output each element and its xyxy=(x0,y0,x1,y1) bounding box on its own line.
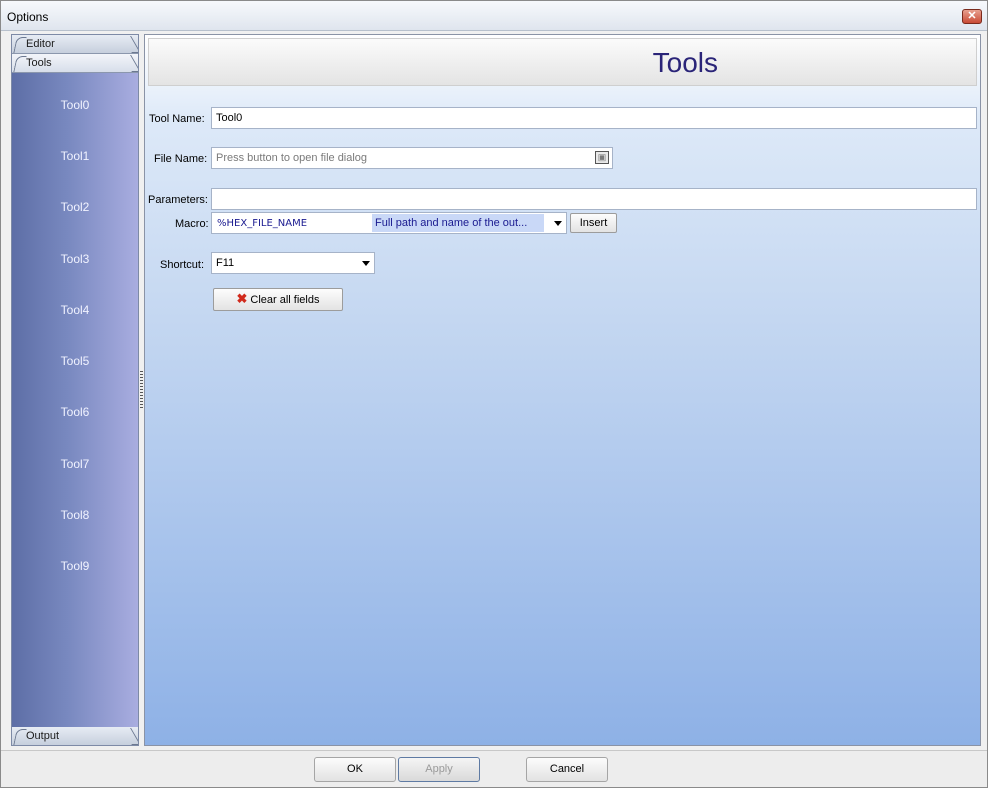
file-name-input[interactable]: Press button to open file dialog ▣ xyxy=(211,147,613,169)
sidebar-item-tool7[interactable]: Tool7 xyxy=(12,457,138,487)
sidebar: Editor Tools Tool0 Tool1 Tool2 Tool3 Too… xyxy=(11,34,139,746)
shortcut-value: F11 xyxy=(216,257,235,269)
sidebar-item-tool1[interactable]: Tool1 xyxy=(12,149,138,179)
options-window: Options ✕ Editor Tools Tool0 Tool1 Tool2… xyxy=(0,0,988,788)
tab-notch-icon xyxy=(13,729,27,745)
sidebar-item-tool4[interactable]: Tool4 xyxy=(12,303,138,333)
title-bar: Options ✕ xyxy=(1,1,987,31)
shortcut-select[interactable]: F11 xyxy=(211,252,375,274)
window-title: Options xyxy=(7,10,49,24)
tab-slant-icon xyxy=(122,36,138,53)
red-x-icon: ✖ xyxy=(236,291,248,306)
tool-list: Tool0 Tool1 Tool2 Tool3 Tool4 Tool5 Tool… xyxy=(12,73,138,727)
cancel-button[interactable]: Cancel xyxy=(526,757,608,782)
sidebar-item-tool5[interactable]: Tool5 xyxy=(12,354,138,384)
chevron-down-icon xyxy=(554,221,562,226)
file-name-label: File Name: xyxy=(154,153,208,165)
sidebar-item-tool0[interactable]: Tool0 xyxy=(12,98,138,128)
macro-label: Macro: xyxy=(175,218,209,230)
ok-button[interactable]: OK xyxy=(314,757,396,782)
clear-all-fields-button[interactable]: ✖ Clear all fields xyxy=(213,288,343,311)
parameters-label: Parameters: xyxy=(148,194,208,206)
tab-editor[interactable]: Editor xyxy=(12,35,138,54)
macro-select[interactable]: %HEX_FILE_NAME Full path and name of the… xyxy=(211,212,567,234)
tab-label: Output xyxy=(26,730,60,742)
folder-open-icon[interactable]: ▣ xyxy=(595,151,609,164)
chevron-down-icon xyxy=(362,261,370,266)
sidebar-item-tool6[interactable]: Tool6 xyxy=(12,405,138,435)
tab-slant-icon xyxy=(122,728,138,745)
splitter-handle[interactable] xyxy=(140,371,143,409)
dialog-footer: OK Apply Cancel xyxy=(1,750,987,787)
insert-button[interactable]: Insert xyxy=(570,213,617,233)
main-panel: Tools Tool Name: Tool0 File Name: Press … xyxy=(144,34,981,746)
macro-description: Full path and name of the out... xyxy=(372,214,544,232)
macro-value: %HEX_FILE_NAME xyxy=(217,218,308,229)
tab-tools[interactable]: Tools xyxy=(12,54,138,73)
tab-notch-icon xyxy=(13,37,27,53)
tool-name-label: Tool Name: xyxy=(149,113,205,125)
sidebar-item-tool8[interactable]: Tool8 xyxy=(12,508,138,538)
tab-label: Tools xyxy=(26,57,52,69)
file-name-placeholder: Press button to open file dialog xyxy=(216,152,368,164)
shortcut-label: Shortcut: xyxy=(160,259,205,271)
parameters-input[interactable] xyxy=(211,188,977,210)
apply-button[interactable]: Apply xyxy=(398,757,480,782)
tab-slant-icon xyxy=(122,55,138,72)
clear-all-fields-label: Clear all fields xyxy=(250,294,320,306)
panel-header: Tools xyxy=(148,38,977,86)
close-icon: ✕ xyxy=(967,10,977,22)
sidebar-item-tool2[interactable]: Tool2 xyxy=(12,200,138,230)
page-title: Tools xyxy=(652,47,718,78)
tab-output[interactable]: Output xyxy=(12,727,138,745)
tab-notch-icon xyxy=(13,56,27,72)
sidebar-item-tool3[interactable]: Tool3 xyxy=(12,252,138,282)
tool-name-input[interactable]: Tool0 xyxy=(211,107,977,129)
sidebar-item-tool9[interactable]: Tool9 xyxy=(12,559,138,589)
close-button[interactable]: ✕ xyxy=(962,9,982,24)
tab-label: Editor xyxy=(26,38,55,50)
